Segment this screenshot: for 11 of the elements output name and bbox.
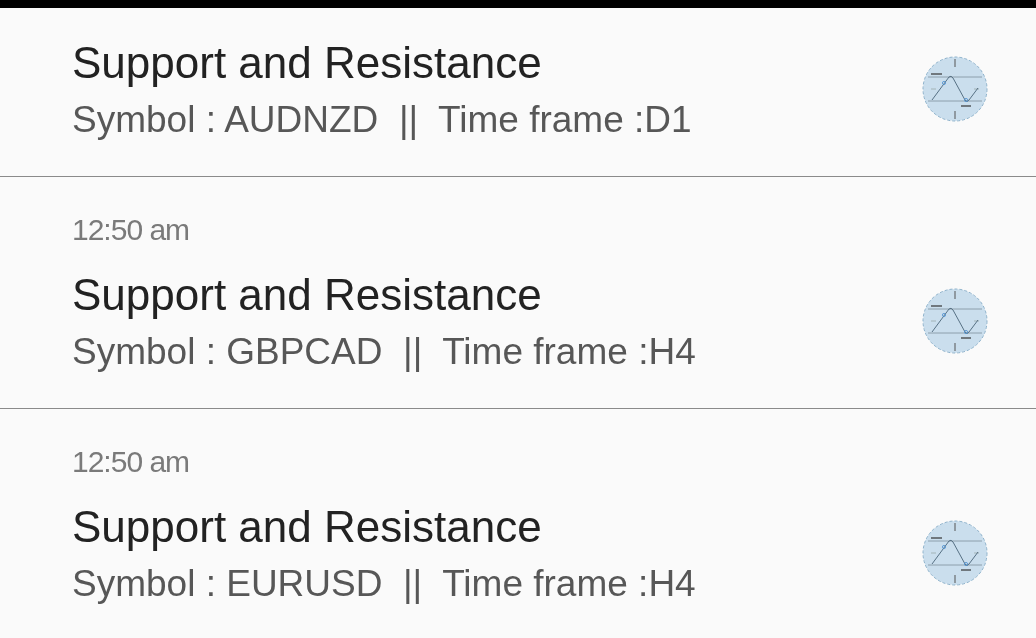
price-chart-icon: [922, 520, 988, 586]
notification-time: 12:50 am: [72, 212, 190, 248]
notification-title: Support and Resistance: [72, 269, 542, 321]
notification-text: Symbol : GBPCAD || Time frame :H4: [72, 330, 696, 374]
notification-title: Support and Resistance: [72, 501, 542, 553]
notification-text: Symbol : EURUSD || Time frame :H4: [72, 562, 696, 606]
price-chart-icon: [922, 288, 988, 354]
notification-text: Symbol : AUDNZD || Time frame :D1: [72, 98, 692, 142]
notification-title: Support and Resistance: [72, 37, 542, 89]
notification-time: 12:50 am: [72, 444, 190, 480]
price-chart-icon: [922, 56, 988, 122]
